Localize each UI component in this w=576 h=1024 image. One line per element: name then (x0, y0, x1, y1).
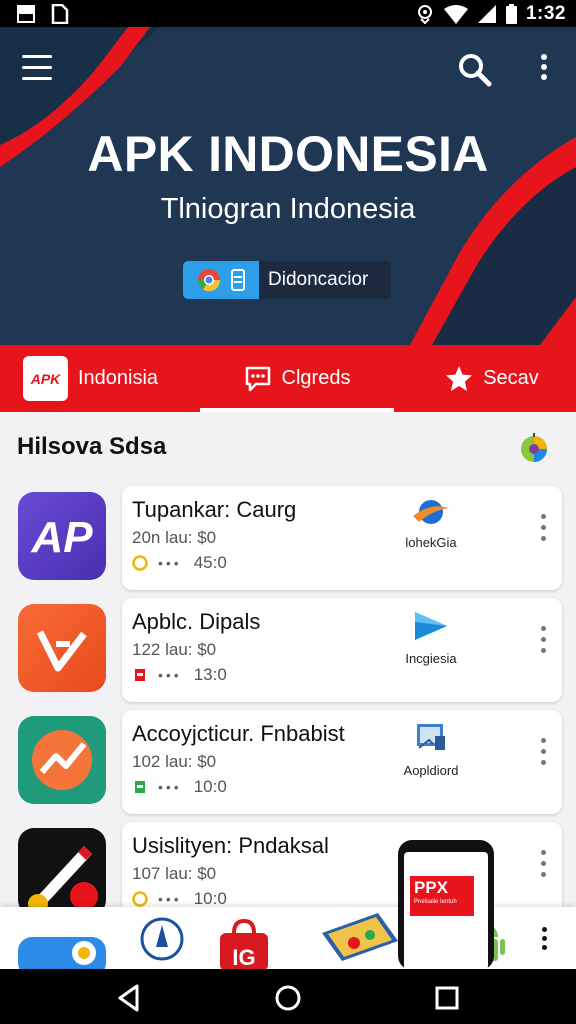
coin-icon (132, 891, 148, 907)
publisher-name: lohekGia (405, 535, 457, 550)
play-logo-icon (415, 612, 447, 640)
book-icon[interactable] (320, 911, 400, 961)
location-icon (417, 5, 432, 24)
app-meta: 20n lau: $0 (132, 528, 217, 547)
signal-icon (477, 5, 496, 23)
app-stat: 45:0 (193, 553, 227, 572)
home-icon[interactable] (271, 981, 305, 1015)
tab-label: Secav (483, 367, 539, 389)
app-subtitle: Tlniogran Indonesia (160, 193, 416, 225)
app-thumb-icon[interactable] (18, 937, 106, 969)
publisher-logo-icon (413, 500, 449, 524)
app-stat: 10:0 (193, 777, 227, 796)
svg-text:IG: IG (232, 945, 255, 969)
list-item: Apblc. Dipals 122 lau: $0 ••• 13:0 Incgi… (0, 598, 576, 704)
hero-banner: APK INDONESIA Tlniogran Indonesia Didonc… (0, 27, 576, 345)
list-item: Accoyjcticur. Fnbabist 102 lau: $0 ••• 1… (0, 710, 576, 816)
search-icon[interactable] (456, 51, 492, 87)
app-name: Accoyjcticur. Fnbabist (132, 721, 345, 746)
publisher-name: Incgiesia (405, 651, 457, 666)
wifi-icon (443, 5, 468, 24)
apk-logo-icon: APK (23, 356, 68, 401)
pen-tool-icon (28, 846, 98, 914)
tab-search[interactable]: Secav (394, 345, 576, 412)
menu-button[interactable] (22, 55, 56, 81)
coin-icon (132, 555, 148, 571)
photo-edit-icon (417, 724, 445, 750)
tab-categories[interactable]: Clgreds (200, 345, 394, 412)
app-stat: 13:0 (193, 665, 227, 684)
app-meta: 107 lau: $0 (132, 864, 217, 883)
list-item: AP Tupankar: Caurg 20n lau: $0 ••• 45:0 … (0, 486, 576, 592)
publisher[interactable]: Incgiesia (390, 610, 472, 666)
globe-icon[interactable] (518, 432, 550, 466)
battery-icon (505, 4, 517, 24)
overflow-menu-button[interactable] (532, 51, 556, 87)
shopping-bag-icon[interactable]: IG (216, 919, 272, 969)
recents-icon[interactable] (430, 981, 464, 1015)
download-button-label: Didoncacior (268, 269, 369, 290)
chrome-icon (197, 269, 221, 292)
app-card[interactable]: Apblc. Dipals 122 lau: $0 ••• 13:0 Incgi… (122, 598, 562, 702)
app-card[interactable]: Accoyjcticur. Fnbabist 102 lau: $0 ••• 1… (122, 710, 562, 814)
tab-label: Indonisia (78, 367, 159, 389)
back-icon[interactable] (112, 981, 146, 1015)
publisher[interactable]: lohekGia (390, 498, 472, 550)
tag-icon (135, 781, 145, 793)
svg-text:AP: AP (30, 513, 93, 562)
star-icon (446, 365, 473, 391)
trend-logo-icon (32, 730, 92, 790)
app-card[interactable]: Tupankar: Caurg 20n lau: $0 ••• 45:0 loh… (122, 486, 562, 590)
app-icon[interactable] (18, 828, 106, 916)
ap-logo-icon: AP (30, 513, 93, 562)
shelf-more-button[interactable] (538, 927, 550, 953)
app-icon[interactable]: AP (18, 492, 106, 580)
file-icon (51, 4, 69, 24)
image-icon (17, 5, 35, 23)
status-time: 1:32 (525, 3, 566, 24)
publisher[interactable]: Aopldiord (390, 722, 472, 778)
phone-icon (231, 269, 245, 291)
app-name: Tupankar: Caurg (132, 497, 297, 522)
tab-label: Clgreds (281, 367, 351, 389)
item-menu-button[interactable] (538, 850, 548, 890)
app-meta: 102 lau: $0 (132, 752, 217, 771)
section-title: Hilsova Sdsa (17, 433, 167, 460)
app-stat: 10:0 (193, 889, 227, 908)
tab-bar: APK Indonisia Clgreds Secav (0, 345, 576, 412)
item-menu-button[interactable] (538, 626, 548, 666)
item-menu-button[interactable] (538, 738, 548, 778)
app-icon[interactable] (18, 604, 106, 692)
chat-icon (245, 366, 270, 391)
status-bar: 1:32 (0, 0, 576, 27)
app-name: Usislityen: Pndaksal (132, 833, 329, 858)
download-button[interactable]: Didoncacior (183, 261, 391, 299)
tag-icon (135, 669, 145, 681)
promo-banner: PPX Pnelsalie Ientuh (410, 876, 474, 916)
app-name: Apblc. Dipals (132, 609, 261, 634)
app-title: APK INDONESIA (87, 126, 489, 182)
promo-phone[interactable]: PPX Pnelsalie Ientuh (398, 840, 494, 970)
tab-indonesia[interactable]: APK Indonisia (0, 345, 200, 412)
publisher-name: Aopldiord (403, 763, 459, 778)
app-meta: 122 lau: $0 (132, 640, 217, 659)
navigation-bar (0, 969, 576, 1024)
app-icon[interactable] (18, 716, 106, 804)
arrow-logo-icon (36, 630, 87, 672)
emblem-icon[interactable] (140, 917, 184, 961)
item-menu-button[interactable] (538, 514, 548, 554)
